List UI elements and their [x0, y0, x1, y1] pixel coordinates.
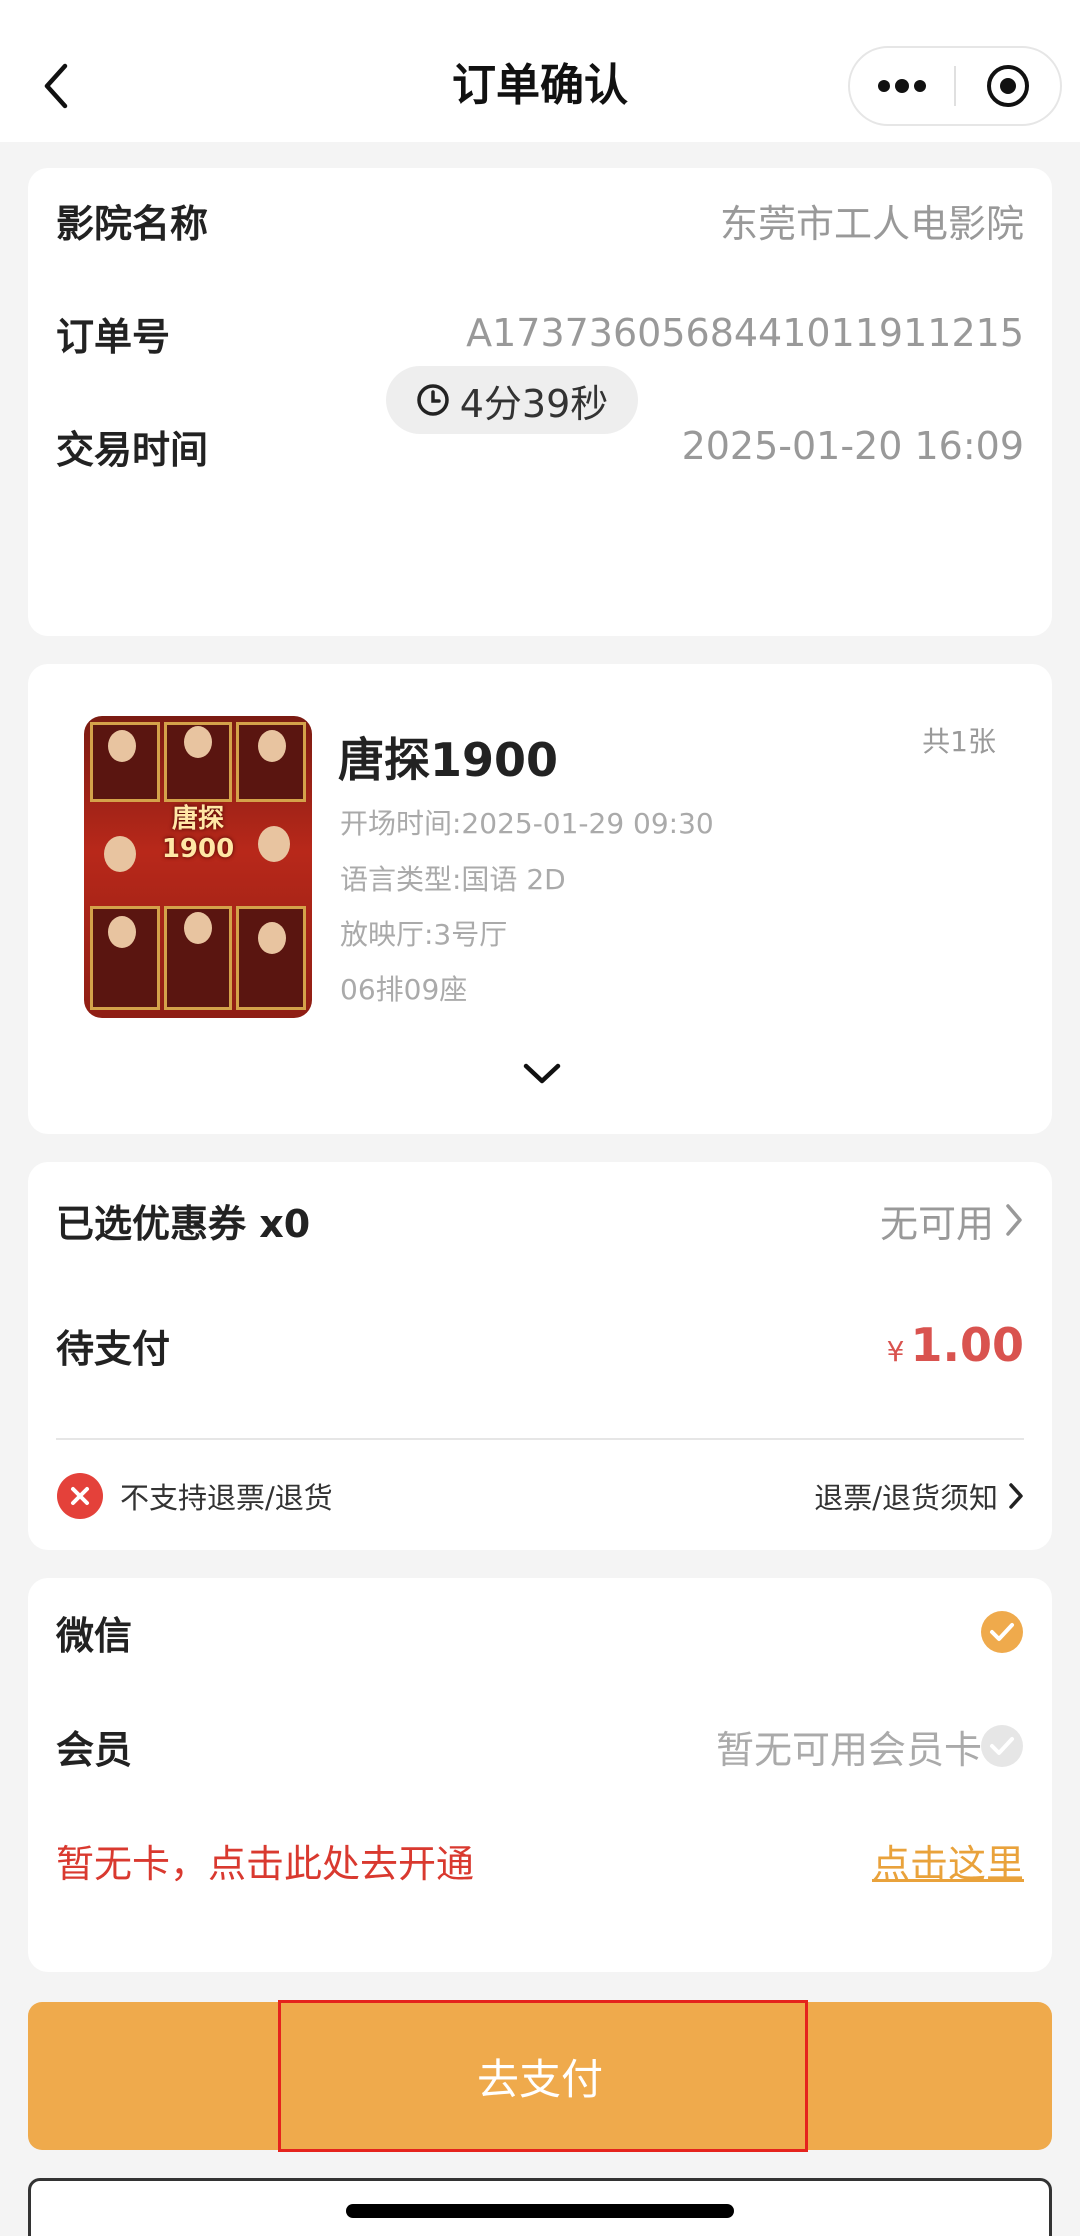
movie-poster: 唐探1900 [84, 716, 312, 1018]
refund-policy-label: 退票/退货须知 [814, 1481, 998, 1515]
coupon-label: 已选优惠券 x0 [56, 1201, 311, 1246]
movie-title: 唐探1900 [338, 733, 559, 787]
more-dots-icon [878, 79, 926, 93]
refund-notice: 不支持退票/退货 [120, 1481, 333, 1515]
coupon-row[interactable]: 已选优惠券 x0 无可用 [56, 1190, 1024, 1250]
cinema-row: 影院名称 东莞市工人电影院 [56, 192, 1024, 248]
close-circle-icon [57, 1473, 103, 1519]
wechat-pay-option[interactable]: 微信 [56, 1602, 1024, 1662]
refund-row: 不支持退票/退货 退票/退货须知 [56, 1468, 1024, 1524]
order-number-label: 订单号 [56, 314, 171, 359]
divider [56, 1438, 1024, 1440]
order-number-row: 订单号 A17373605684410119112​15 [56, 305, 1024, 361]
showtime: 开场时间:2025-01-29 09:30 [340, 807, 714, 840]
miniprogram-capsule [848, 46, 1062, 126]
target-icon [987, 65, 1029, 107]
order-number-value: A17373605684410119112​15 [466, 311, 1024, 355]
member-value: 暂无可用会员卡 [715, 1727, 982, 1772]
more-button[interactable] [850, 48, 954, 124]
open-card-row: 暂无卡，点击此处去开通 点击这里 [56, 1830, 1024, 1890]
pending-payment-row: 待支付 ¥ 1.00 [56, 1312, 1024, 1378]
chevron-right-icon [1006, 1204, 1022, 1236]
check-circle-icon [981, 1725, 1023, 1767]
member-pay-option[interactable]: 会员 暂无可用会员卡 [56, 1716, 1024, 1776]
member-label: 会员 [56, 1727, 133, 1772]
countdown-timer: 4分39秒 [386, 366, 638, 434]
payment-summary-card: 已选优惠券 x0 无可用 待支付 ¥ 1.00 不支持退票/退货 退票/退货须知 [28, 1162, 1052, 1550]
movie-card: 唐探1900 唐探1900 共1张 开场时间:2025-01-29 09:30 … [28, 664, 1052, 1134]
chevron-right-icon [1009, 1483, 1023, 1509]
home-indicator [346, 2204, 734, 2218]
payment-method-card: 微信 会员 暂无可用会员卡 暂无卡，点击此处去开通 点击这里 [28, 1578, 1052, 1972]
refund-policy-link[interactable]: 退票/退货须知 [814, 1475, 1024, 1517]
coupon-value: 无可用 [879, 1201, 994, 1246]
poster-title: 唐探1900 [161, 804, 235, 864]
close-miniprogram-button[interactable] [956, 48, 1060, 124]
click-here-link[interactable]: 点击这里 [872, 1833, 1024, 1888]
check-circle-icon [981, 1611, 1023, 1653]
expand-button[interactable] [520, 1052, 564, 1096]
cinema-label: 影院名称 [56, 201, 209, 246]
language-type: 语言类型:国语 2D [340, 863, 566, 896]
trade-time-label: 交易时间 [56, 427, 209, 472]
cinema-value: 东莞市工人电影院 [719, 201, 1024, 246]
wechat-label: 微信 [56, 1613, 133, 1658]
currency-symbol: ¥ [886, 1335, 905, 1368]
chevron-down-icon [523, 1063, 561, 1084]
nav-bar: 订单确认 [0, 0, 1080, 142]
ticket-count: 共1张 [922, 725, 996, 758]
clock-icon [416, 384, 449, 416]
pending-label: 待支付 [56, 1326, 171, 1371]
price-amount: 1.00 [910, 1318, 1025, 1372]
trade-time-value: 2025-01-20 16:09 [681, 424, 1024, 468]
seat-info: 06排09座 [340, 973, 468, 1006]
countdown-text: 4分39秒 [459, 381, 609, 426]
screening-hall: 放映厅:3号厅 [340, 918, 508, 951]
highlight-box [278, 2000, 808, 2152]
no-card-text[interactable]: 暂无卡，点击此处去开通 [56, 1833, 474, 1888]
